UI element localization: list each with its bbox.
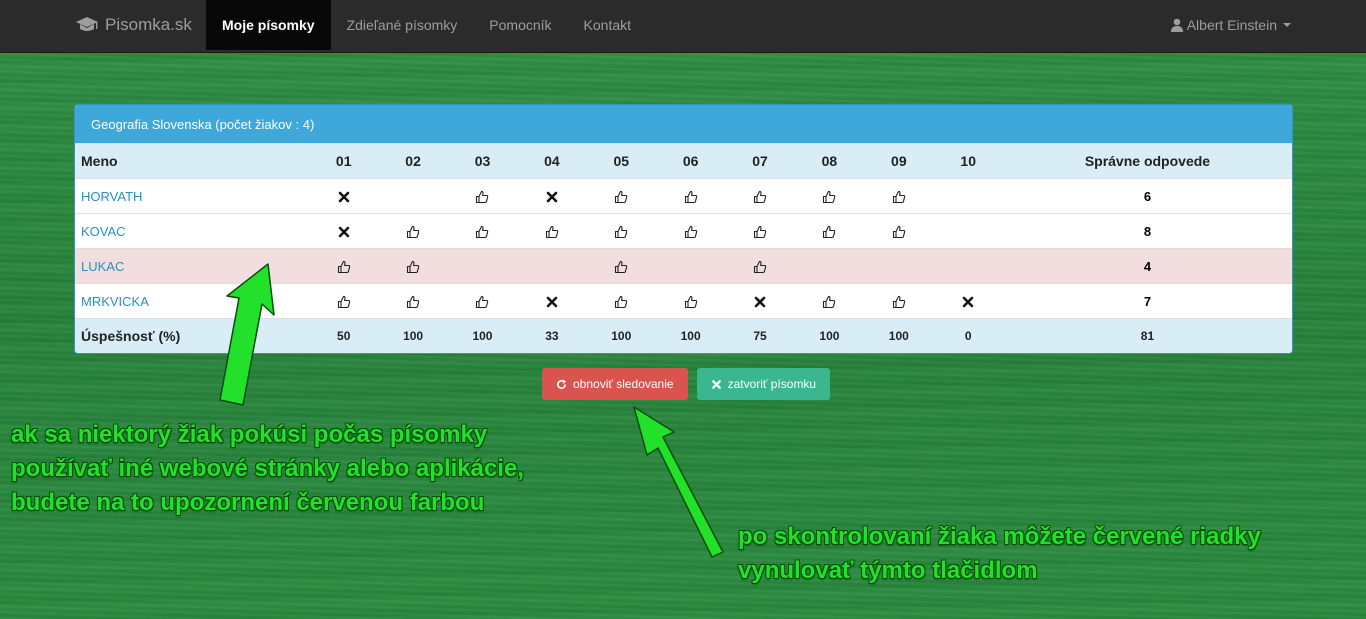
annotation-line: po skontrolovaní žiaka môžete červené ri… (738, 523, 1261, 550)
arrow-to-flagged-row (219, 263, 275, 406)
arrow-to-refresh-button (633, 406, 724, 558)
annotation-line: budete na to upozornení červenou farbou (11, 489, 485, 516)
annotation-refresh-explanation: po skontrolovaní žiaka môžete červené ri… (738, 520, 1261, 588)
annotation-line: ak sa niektorý žiak pokúsi počas písomky (11, 421, 488, 448)
annotation-line: vynulovať týmto tlačidlom (738, 557, 1038, 584)
annotation-flagged-explanation: ak sa niektorý žiak pokúsi počas písomky… (11, 418, 524, 520)
annotation-line: používať iné webové stránky alebo apliká… (11, 455, 525, 482)
